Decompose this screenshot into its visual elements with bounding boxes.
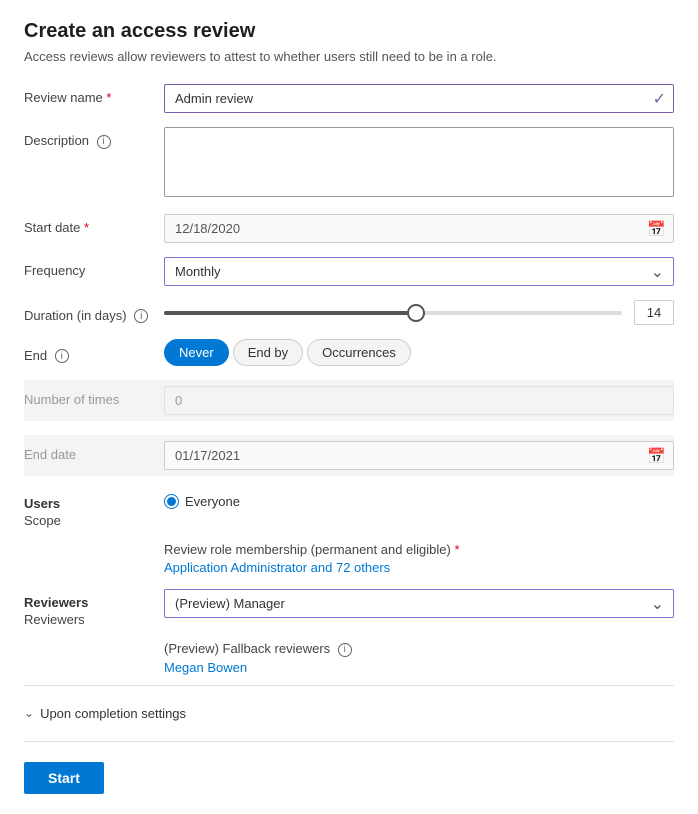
- end-date-calendar-icon: 📅: [647, 447, 666, 465]
- end-date-input: [164, 441, 674, 470]
- role-membership-label: Review role membership (permanent and el…: [164, 542, 460, 557]
- end-toggle-group: Never End by Occurrences: [164, 339, 674, 366]
- end-date-label: End date: [24, 441, 164, 462]
- scope-wrap: Everyone: [164, 494, 674, 509]
- fallback-reviewers-label: (Preview) Fallback reviewers i: [164, 641, 352, 657]
- completion-chevron-icon: ⌄: [24, 706, 34, 720]
- reviewers-wrap: (Preview) Manager Selected users Members…: [164, 589, 674, 618]
- duration-wrap: 14: [164, 300, 674, 325]
- completion-label: Upon completion settings: [40, 706, 186, 721]
- description-wrap: [164, 127, 674, 200]
- reviewers-label-wrap: Reviewers Reviewers: [24, 589, 164, 627]
- start-date-calendar-icon[interactable]: 📅: [647, 220, 666, 238]
- page-title: Create an access review: [24, 20, 674, 43]
- description-label: Description i: [24, 127, 164, 149]
- users-section-header: Users: [24, 496, 164, 511]
- number-of-times-wrap: 0: [164, 386, 674, 415]
- frequency-select[interactable]: Daily Weekly Monthly Quarterly Semi-annu…: [164, 257, 674, 286]
- scope-everyone-radio[interactable]: [164, 494, 179, 509]
- review-name-wrap: ✓: [164, 84, 674, 113]
- duration-slider-track: [164, 311, 622, 315]
- divider-1: [24, 685, 674, 686]
- start-date-label: Start date *: [24, 214, 164, 235]
- users-scope-label-wrap: Users Scope: [24, 490, 164, 528]
- number-of-times-label: Number of times: [24, 386, 164, 407]
- frequency-label: Frequency: [24, 257, 164, 278]
- reviewers-select[interactable]: (Preview) Manager Selected users Members…: [164, 589, 674, 618]
- start-date-wrap: 📅: [164, 214, 674, 243]
- fallback-reviewers-link[interactable]: Megan Bowen: [164, 660, 247, 675]
- description-input[interactable]: [164, 127, 674, 197]
- end-endby-button[interactable]: End by: [233, 339, 303, 366]
- fallback-info-icon: i: [338, 643, 352, 657]
- duration-value: 14: [634, 300, 674, 325]
- review-name-input[interactable]: [164, 84, 674, 113]
- end-date-wrap: 📅: [164, 441, 674, 470]
- end-toggle-wrap: Never End by Occurrences: [164, 339, 674, 366]
- reviewers-label: Reviewers: [24, 612, 164, 627]
- start-button[interactable]: Start: [24, 762, 104, 794]
- end-label: End i: [24, 342, 164, 364]
- completion-settings-row[interactable]: ⌄ Upon completion settings: [24, 696, 674, 731]
- review-name-label: Review name *: [24, 84, 164, 105]
- scope-everyone-text: Everyone: [185, 494, 240, 509]
- end-never-button[interactable]: Never: [164, 339, 229, 366]
- check-icon: ✓: [653, 89, 666, 109]
- scope-label: Scope: [24, 513, 164, 528]
- end-info-icon: i: [55, 349, 69, 363]
- duration-slider-thumb[interactable]: [407, 304, 425, 322]
- scope-everyone-radio-label[interactable]: Everyone: [164, 494, 674, 509]
- end-occurrences-button[interactable]: Occurrences: [307, 339, 411, 366]
- number-of-times-value: 0: [164, 386, 674, 415]
- description-info-icon: i: [97, 135, 111, 149]
- start-date-input[interactable]: [164, 214, 674, 243]
- duration-info-icon: i: [134, 309, 148, 323]
- frequency-wrap: Daily Weekly Monthly Quarterly Semi-annu…: [164, 257, 674, 286]
- divider-2: [24, 741, 674, 742]
- page-subtitle: Access reviews allow reviewers to attest…: [24, 49, 674, 64]
- role-membership-link[interactable]: Application Administrator and 72 others: [164, 560, 390, 575]
- duration-slider-filled: [164, 311, 416, 315]
- reviewers-section-header: Reviewers: [24, 595, 164, 610]
- duration-label: Duration (in days) i: [24, 302, 164, 324]
